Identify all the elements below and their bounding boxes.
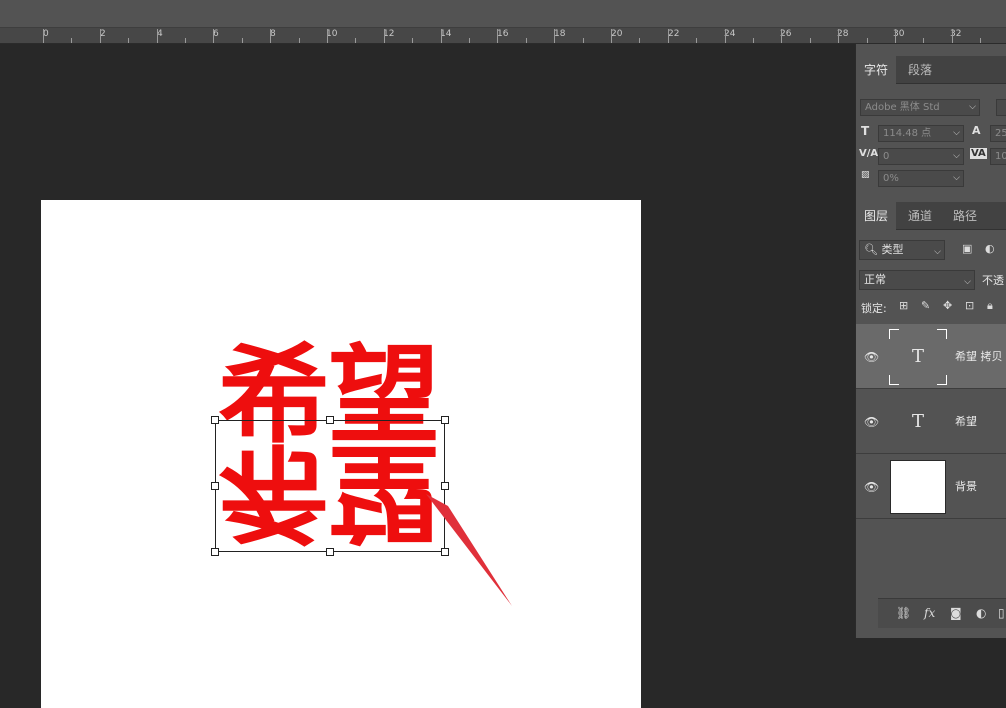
kerning-icon: V/A <box>859 148 879 159</box>
layers-footer-toolbar: ⛓︎ fx ◙ ◐ ▯ <box>878 598 1006 628</box>
visibility-eye-icon[interactable]: 👁︎ <box>864 350 879 364</box>
chevron-down-icon: ⌵ <box>953 128 960 138</box>
lock-position-move-icon[interactable]: ✥ <box>943 299 952 312</box>
text-layer-thumbnail: T <box>889 329 947 385</box>
tab-character[interactable]: 字符 <box>856 56 897 84</box>
leading-field[interactable]: 25 <box>990 125 1006 142</box>
tracking-icon: VA <box>970 148 987 159</box>
selection-corner <box>937 375 947 385</box>
selection-corner <box>937 329 947 339</box>
chevron-down-icon: ⌵ <box>964 277 971 287</box>
blend-mode-value: 正常 <box>864 273 886 286</box>
layer-row[interactable]: 👁︎ T 希望 拷贝 <box>856 324 1006 389</box>
new-group-icon[interactable]: ▯ <box>998 606 1005 620</box>
font-size-icon: T <box>861 124 870 138</box>
lock-label: 锁定: <box>861 302 887 315</box>
chevron-down-icon: ⌵ <box>953 173 960 183</box>
layer-name[interactable]: 希望 拷贝 <box>955 348 1003 364</box>
font-size-field[interactable]: 114.48 点 ⌵ <box>878 125 964 142</box>
lock-all-icon[interactable]: 🔒︎ <box>987 299 993 313</box>
kerning-field[interactable]: 0 ⌵ <box>878 148 964 165</box>
leading-value: 25 <box>995 128 1006 139</box>
layer-filter-value: 类型 <box>881 243 904 256</box>
chevron-down-icon: ⌵ <box>969 102 976 112</box>
tab-channels[interactable]: 通道 <box>900 202 940 230</box>
layer-row[interactable]: 👁︎ T 希望 <box>856 389 1006 454</box>
font-family-select[interactable]: Adobe 黑体 Std ⌵ <box>860 99 980 116</box>
layer-name[interactable]: 背景 <box>955 478 977 494</box>
font-family-value: Adobe 黑体 Std <box>865 102 940 113</box>
visibility-eye-icon[interactable]: 👁︎ <box>864 415 879 429</box>
character-panel-tabs: 字符 段落 <box>856 56 1006 84</box>
text-layer-icon: T <box>911 411 924 432</box>
tab-paragraph[interactable]: 段落 <box>900 56 940 84</box>
selection-corner <box>889 375 899 385</box>
tracking-value: 10 <box>995 151 1006 162</box>
text-layer-thumbnail: T <box>889 394 947 450</box>
kerning-value: 0 <box>883 151 890 162</box>
image-filter-icon[interactable]: ▣ <box>962 242 972 255</box>
chevron-down-icon: ⌵ <box>934 247 941 257</box>
font-size-value: 114.48 点 <box>883 128 932 139</box>
selection-corner <box>889 329 899 339</box>
adjustment-filter-icon[interactable]: ◐ <box>985 242 995 255</box>
layer-name[interactable]: 希望 <box>955 413 977 429</box>
chevron-down-icon: ⌵ <box>953 151 960 161</box>
panel-dock-gap <box>855 638 1006 708</box>
background-layer-thumbnail <box>890 460 946 514</box>
lock-transparent-icon[interactable]: ⊞ <box>899 299 908 312</box>
adjustment-layer-icon[interactable]: ◐ <box>976 606 986 620</box>
layer-row[interactable]: 👁︎ 背景 <box>856 454 1006 519</box>
visibility-eye-icon[interactable]: 👁︎ <box>864 480 879 494</box>
search-icon: 🔍︎ <box>864 243 878 256</box>
lock-paint-brush-icon[interactable]: ✎ <box>921 299 930 312</box>
lock-artboard-icon[interactable]: ⊡ <box>965 299 974 312</box>
tab-paths[interactable]: 路径 <box>945 202 985 230</box>
arrow-shape <box>426 494 512 606</box>
layer-style-fx-icon[interactable]: fx <box>924 606 935 620</box>
blend-mode-select[interactable]: 正常 ⌵ <box>859 270 975 290</box>
tab-layers[interactable]: 图层 <box>856 202 897 230</box>
tracking-field[interactable]: 10 <box>990 148 1006 165</box>
right-panel: 字符 段落 Adobe 黑体 Std ⌵ T 114.48 点 ⌵ A 25 V… <box>855 44 1006 638</box>
scale-value: 0% <box>883 173 899 184</box>
font-style-select[interactable] <box>996 99 1006 116</box>
layer-filter-select[interactable]: 🔍︎ 类型 ⌵ <box>859 240 945 260</box>
text-layer-icon: T <box>911 346 924 367</box>
add-mask-icon[interactable]: ◙ <box>950 606 962 620</box>
link-layers-icon[interactable]: ⛓︎ <box>896 606 911 620</box>
scale-field[interactable]: 0% ⌵ <box>878 170 964 187</box>
leading-icon: A <box>972 124 981 137</box>
scale-icon: ▨ <box>861 170 870 180</box>
opacity-label: 不透 <box>982 274 1004 287</box>
layers-panel-tabs: 图层 通道 路径 <box>856 202 1006 230</box>
